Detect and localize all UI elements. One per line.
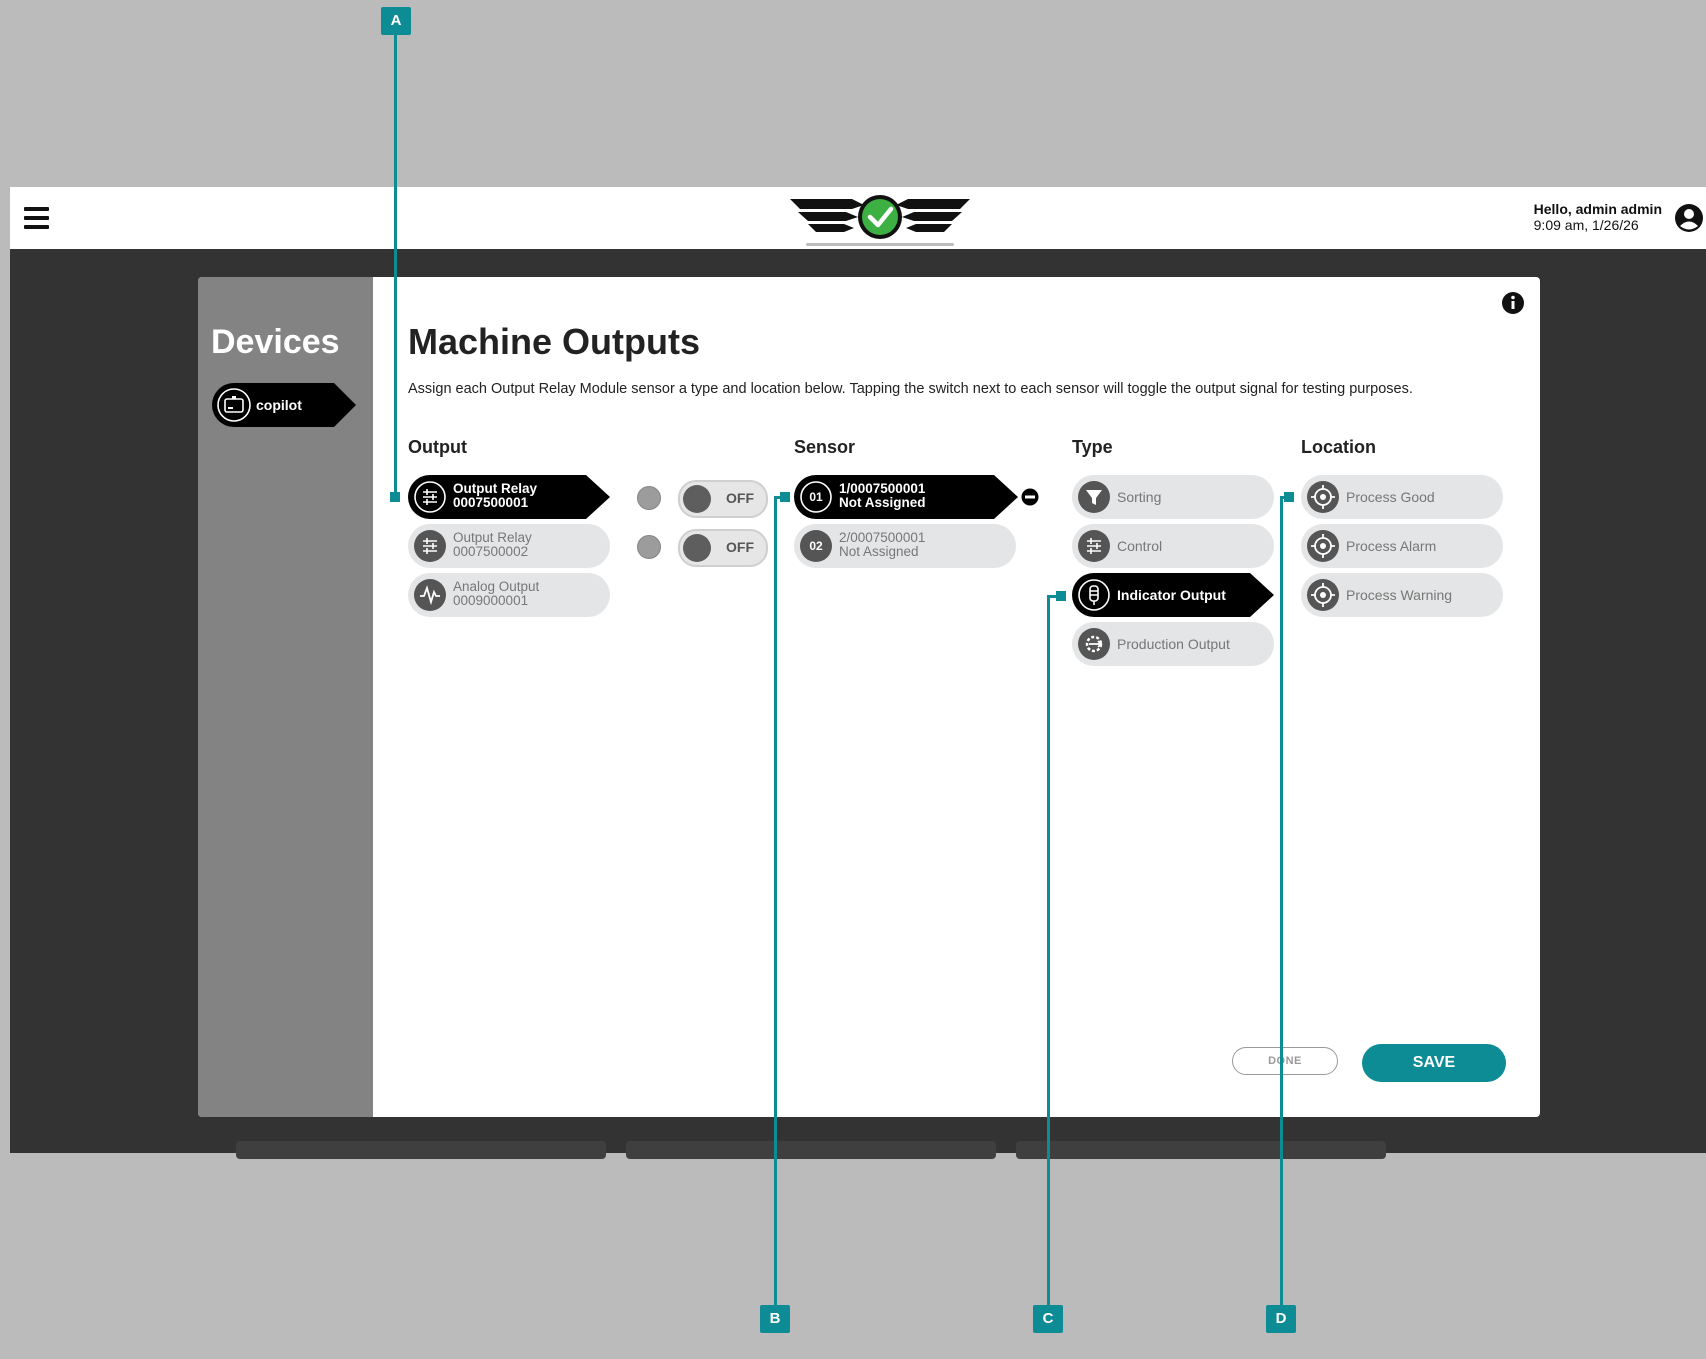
device-item-label: copilot: [256, 397, 302, 413]
toggle-label: OFF: [726, 539, 754, 555]
callout-marker-b: B: [760, 1305, 790, 1333]
callout-line-d: [1280, 496, 1283, 1305]
relay-icon: [1078, 530, 1110, 562]
output-item[interactable]: Analog Output 0009000001: [408, 573, 610, 617]
page-title: Machine Outputs: [408, 321, 701, 362]
save-button[interactable]: SAVE: [1362, 1044, 1506, 1082]
user-greeting: Hello, admin admin 9:09 am, 1/26/26: [1534, 201, 1662, 233]
machine-outputs-dialog: Devices copilot Machine Outputs Assign e…: [198, 277, 1540, 1117]
gear-arrow-icon: [1078, 628, 1110, 660]
checkmark-logo-icon: [790, 195, 970, 251]
callout-endpoint-d: [1284, 492, 1294, 502]
sensor-text: 1/0007500001 Not Assigned: [839, 482, 926, 510]
relay-icon: [414, 481, 446, 513]
sensor-text: 2/0007500001 Not Assigned: [839, 531, 925, 559]
output-name: Output Relay: [453, 481, 538, 496]
callout-marker-a: A: [381, 7, 411, 35]
location-label: Process Alarm: [1346, 538, 1437, 554]
sensor-item[interactable]: 01 1/0007500001 Not Assigned: [794, 475, 1018, 519]
column-header-output: Output: [408, 437, 467, 457]
output-toggle-switch[interactable]: OFF: [678, 529, 768, 567]
output-name: Analog Output: [453, 579, 540, 594]
output-item[interactable]: Output Relay 0007500002: [408, 524, 610, 568]
output-item[interactable]: Output Relay 0007500001: [408, 475, 610, 519]
callout-marker-d: D: [1266, 1305, 1296, 1333]
devices-title: Devices: [211, 323, 340, 361]
type-option-control[interactable]: Control: [1072, 524, 1274, 568]
datetime-text: 9:09 am, 1/26/26: [1533, 217, 1639, 233]
background-card: [626, 1141, 996, 1159]
hamburger-icon[interactable]: [24, 207, 49, 229]
location-label: Process Warning: [1346, 587, 1453, 603]
type-label: Sorting: [1117, 489, 1162, 505]
selected-arrow: [994, 475, 1018, 519]
location-label: Process Good: [1346, 489, 1435, 505]
output-text: Output Relay 0007500002: [453, 531, 532, 559]
output-name: Output Relay: [453, 530, 532, 545]
filter-icon: [1078, 481, 1110, 513]
remove-icon[interactable]: [1021, 488, 1039, 506]
done-button[interactable]: DONE: [1232, 1047, 1338, 1075]
selected-arrow: [586, 475, 610, 519]
type-option-production-output[interactable]: Production Output: [1072, 622, 1274, 666]
callout-marker-c: C: [1033, 1305, 1063, 1333]
page-description: Assign each Output Relay Module sensor a…: [408, 381, 1413, 397]
greeting-text: Hello, admin admin: [1533, 201, 1662, 217]
output-text: Analog Output 0009000001: [453, 580, 539, 608]
column-header-sensor: Sensor: [794, 437, 856, 457]
top-bar: Hello, admin admin 9:09 am, 1/26/26: [10, 187, 1706, 251]
sensor-line2: Not Assigned: [839, 544, 919, 559]
devices-sidebar: Devices copilot: [198, 277, 373, 1117]
sensor-line1: 2/0007500001: [839, 530, 926, 545]
type-label: Indicator Output: [1117, 587, 1226, 603]
type-option-sorting[interactable]: Sorting: [1072, 475, 1274, 519]
analog-wave-icon: [414, 579, 446, 611]
location-option-process-warning[interactable]: Process Warning: [1301, 573, 1503, 617]
callout-line-c: [1047, 595, 1050, 1305]
output-status-light: [637, 486, 661, 510]
callout-line-b: [774, 496, 777, 1305]
selected-arrow: [1250, 573, 1274, 617]
sensor-item[interactable]: 02 2/0007500001 Not Assigned: [794, 524, 1016, 568]
type-option-indicator-output[interactable]: Indicator Output: [1072, 573, 1274, 617]
callout-line-a: [394, 35, 397, 496]
output-id: 0007500002: [453, 544, 529, 559]
sensor-line1: 1/0007500001: [839, 481, 926, 496]
column-header-location: Location: [1301, 437, 1376, 457]
callout-endpoint-c: [1056, 591, 1066, 601]
output-toggle-switch[interactable]: OFF: [678, 480, 768, 518]
background-card: [236, 1141, 606, 1159]
type-label: Production Output: [1117, 636, 1230, 652]
callout-endpoint-a: [390, 492, 400, 502]
target-icon: [1307, 530, 1339, 562]
callout-endpoint-b: [780, 492, 790, 502]
sensor-number: 01: [809, 490, 823, 504]
target-icon: [1307, 579, 1339, 611]
relay-icon: [414, 530, 446, 562]
info-icon[interactable]: [1501, 291, 1525, 315]
toggle-label: OFF: [726, 490, 754, 506]
toggle-knob: [683, 534, 711, 562]
column-header-type: Type: [1072, 437, 1113, 457]
output-id: 0009000001: [453, 593, 529, 608]
location-option-process-alarm[interactable]: Process Alarm: [1301, 524, 1503, 568]
account-icon[interactable]: [1674, 203, 1704, 233]
indicator-light-icon: [1078, 579, 1110, 611]
output-status-light: [637, 535, 661, 559]
target-icon: [1307, 481, 1339, 513]
location-option-process-good[interactable]: Process Good: [1301, 475, 1503, 519]
background-card: [1016, 1141, 1386, 1159]
sensor-number: 02: [809, 539, 823, 553]
output-text: Output Relay 0007500001: [453, 482, 537, 510]
type-label: Control: [1117, 538, 1163, 554]
output-id: 0007500001: [453, 495, 529, 510]
sensor-line2: Not Assigned: [839, 495, 926, 510]
toggle-knob: [683, 485, 711, 513]
